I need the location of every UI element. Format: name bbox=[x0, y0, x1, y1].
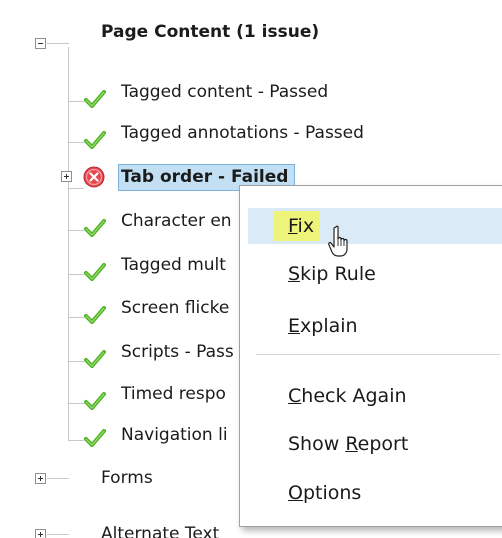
tree-item-navigation-links[interactable]: Navigation li bbox=[121, 423, 228, 447]
menu-item-options[interactable]: Options bbox=[248, 475, 502, 511]
tree-item-timed-responses[interactable]: Timed respo bbox=[121, 382, 226, 406]
tree-item-page-content[interactable]: Page Content (1 issue) bbox=[101, 20, 319, 44]
menu-item-show-report[interactable]: Show Report bbox=[248, 426, 502, 462]
menu-item-explain-label: Explain bbox=[288, 315, 358, 337]
red-x-circle-icon bbox=[83, 166, 105, 188]
menu-item-check-again-label: Check Again bbox=[288, 385, 407, 407]
expand-tab-order-icon[interactable] bbox=[61, 171, 72, 182]
menu-item-fix-label: Fix bbox=[288, 215, 315, 237]
tree-item-scripts[interactable]: Scripts - Pass bbox=[121, 340, 234, 364]
mouse-pointer-icon bbox=[328, 225, 348, 257]
expand-alternate-text-icon[interactable] bbox=[35, 529, 46, 538]
green-check-icon bbox=[84, 131, 106, 149]
tree-item-tagged-multimedia[interactable]: Tagged mult bbox=[121, 253, 226, 277]
green-check-icon bbox=[84, 219, 106, 237]
menu-item-check-again[interactable]: Check Again bbox=[248, 378, 502, 414]
menu-item-skip-rule-label: Skip Rule bbox=[288, 263, 376, 285]
green-check-icon bbox=[84, 429, 106, 447]
menu-item-skip-rule[interactable]: Skip Rule bbox=[248, 256, 502, 292]
menu-separator bbox=[256, 354, 500, 355]
tree-item-screen-flicker[interactable]: Screen flicke bbox=[121, 296, 229, 320]
menu-item-fix[interactable]: Fix bbox=[248, 208, 502, 244]
context-menu: Fix Skip Rule Explain Check Again Show R… bbox=[239, 185, 502, 527]
green-check-icon bbox=[84, 90, 106, 108]
collapse-page-content-icon[interactable] bbox=[35, 38, 46, 49]
tree-item-character-encoding[interactable]: Character en bbox=[121, 209, 232, 233]
green-check-icon bbox=[84, 263, 106, 281]
tree-item-above-cutoff bbox=[98, 0, 103, 6]
tree-item-tagged-annotations[interactable]: Tagged annotations - Passed bbox=[121, 121, 364, 145]
tree-item-tagged-content[interactable]: Tagged content - Passed bbox=[121, 80, 328, 104]
menu-item-show-report-label: Show Report bbox=[288, 433, 409, 455]
green-check-icon bbox=[84, 392, 106, 410]
tree-item-alternate-text[interactable]: Alternate Text bbox=[101, 522, 219, 538]
menu-item-options-label: Options bbox=[288, 482, 362, 504]
tree-item-forms[interactable]: Forms bbox=[101, 466, 153, 490]
menu-item-explain[interactable]: Explain bbox=[248, 308, 502, 344]
green-check-icon bbox=[84, 306, 106, 324]
green-check-icon bbox=[84, 350, 106, 368]
expand-forms-icon[interactable] bbox=[35, 473, 46, 484]
